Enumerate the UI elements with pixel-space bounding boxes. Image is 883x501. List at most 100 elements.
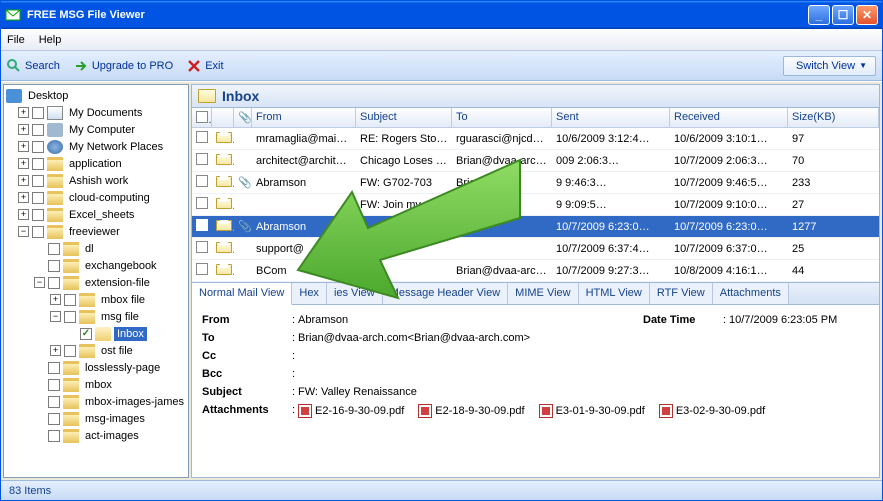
maximize-button[interactable]: ☐ [832, 5, 854, 25]
tree-item[interactable]: dl [4, 240, 188, 257]
pdf-icon [659, 404, 673, 418]
folder-icon [79, 310, 95, 324]
datetime-label: Date Time [643, 314, 723, 326]
col-check[interactable] [192, 108, 212, 127]
tree-mycomp[interactable]: +My Computer [4, 121, 188, 138]
folder-icon [47, 157, 63, 171]
tab-attachments[interactable]: Attachments [713, 283, 789, 304]
mail-row[interactable]: 📎Abramsonrc…10/7/2009 6:23:0…10/7/2009 6… [192, 216, 879, 238]
folder-icon [63, 395, 79, 409]
upgrade-icon [74, 59, 88, 73]
cc-value [298, 350, 869, 362]
exit-button[interactable]: Exit [187, 59, 223, 73]
tab-normal[interactable]: Normal Mail View [192, 283, 292, 305]
mail-row[interactable]: support@10/7/2009 6:37:4…10/7/2009 6:37:… [192, 238, 879, 260]
mail-row[interactable]: architect@archit…Chicago Loses 2…Brian@d… [192, 150, 879, 172]
tree-item[interactable]: +mbox file [4, 291, 188, 308]
tree-inbox[interactable]: Inbox [4, 325, 188, 342]
tree-item[interactable]: +ost file [4, 342, 188, 359]
chevron-down-icon: ▼ [859, 61, 867, 70]
window-title: FREE MSG File Viewer [27, 9, 145, 21]
close-button[interactable]: ✕ [856, 5, 878, 25]
col-icon[interactable] [212, 108, 234, 127]
tree-item[interactable]: +Ashish work [4, 172, 188, 189]
folder-icon [47, 225, 63, 239]
menu-file[interactable]: File [7, 34, 25, 46]
tab-html[interactable]: HTML View [579, 283, 650, 304]
tree-desktop[interactable]: Desktop [4, 87, 188, 104]
tab-rtf[interactable]: RTF View [650, 283, 713, 304]
tree-mynet[interactable]: +My Network Places [4, 138, 188, 155]
menu-help[interactable]: Help [39, 34, 62, 46]
tree-item[interactable]: −msg file [4, 308, 188, 325]
tree-mydocs[interactable]: +My Documents [4, 104, 188, 121]
tab-hex[interactable]: Hex [292, 283, 327, 304]
pdf-icon [418, 404, 432, 418]
tree-item[interactable]: +Excel_sheets [4, 206, 188, 223]
attachment-item[interactable]: E2-16-9-30-09.pdf [298, 404, 404, 418]
tab-header[interactable]: Message Header View [383, 283, 508, 304]
tree-item[interactable]: −extension-file [4, 274, 188, 291]
tab-properties[interactable]: ies View [327, 283, 383, 304]
toolbar: Search Upgrade to PRO Exit Switch View ▼ [1, 51, 882, 81]
tree-item[interactable]: +application [4, 155, 188, 172]
folder-icon [63, 429, 79, 443]
to-value: Brian@dvaa-arch.com<Brian@dvaa-arch.com> [298, 332, 869, 344]
from-value: Abramson [298, 314, 643, 326]
switch-view-button[interactable]: Switch View ▼ [783, 56, 876, 76]
col-sent[interactable]: Sent [552, 108, 670, 127]
attachment-item[interactable]: E3-02-9-30-09.pdf [659, 404, 765, 418]
folder-icon [47, 174, 63, 188]
col-subject[interactable]: Subject [356, 108, 452, 127]
attachment-item[interactable]: E2-18-9-30-09.pdf [418, 404, 524, 418]
folder-icon [47, 106, 63, 120]
folder-icon [79, 344, 95, 358]
mail-row[interactable]: mramaglia@mai…RE: Rogers Stor…rguarasci@… [192, 128, 879, 150]
col-received[interactable]: Received [670, 108, 788, 127]
folder-icon [79, 293, 95, 307]
col-to[interactable]: To [452, 108, 552, 127]
status-text: 83 Items [9, 485, 51, 497]
tree-item[interactable]: −freeviewer [4, 223, 188, 240]
tree-item[interactable]: exchangebook [4, 257, 188, 274]
bcc-value [298, 368, 869, 380]
view-tabs: Normal Mail View Hex ies View Message He… [191, 283, 880, 305]
cc-label: Cc [202, 350, 292, 362]
col-size[interactable]: Size(KB) [788, 108, 879, 127]
folder-icon [63, 378, 79, 392]
mail-row[interactable]: 📎AbramsonFW: G702-703Brian@9 9:46:3…10/7… [192, 172, 879, 194]
folder-icon [63, 412, 79, 426]
mail-row[interactable]: BComBrian@dvaa-arc…10/7/2009 9:27:3…10/8… [192, 260, 879, 282]
search-button[interactable]: Search [7, 59, 60, 73]
tree-item[interactable]: act-images [4, 427, 188, 444]
upgrade-button[interactable]: Upgrade to PRO [74, 59, 173, 73]
inbox-title: Inbox [222, 88, 259, 104]
col-from[interactable]: From [252, 108, 356, 127]
menubar: File Help [1, 29, 882, 51]
tree-item[interactable]: mbox [4, 376, 188, 393]
attachment-item[interactable]: E3-01-9-30-09.pdf [539, 404, 645, 418]
grid-header: 📎 From Subject To Sent Received Size(KB) [192, 108, 879, 128]
folder-icon [63, 259, 79, 273]
desktop-icon [6, 89, 22, 103]
subject-value: FW: Valley Renaissance [298, 386, 869, 398]
attachments-list: E2-16-9-30-09.pdf E2-18-9-30-09.pdf E3-01-… [298, 404, 869, 421]
app-icon [5, 7, 21, 23]
inbox-header: Inbox [191, 84, 880, 108]
tree-item[interactable]: msg-images [4, 410, 188, 427]
minimize-button[interactable]: _ [808, 5, 830, 25]
titlebar[interactable]: FREE MSG File Viewer _ ☐ ✕ [1, 1, 882, 29]
inbox-icon [198, 89, 216, 103]
mail-row[interactable]: FW: Join my n9 9:09:5…10/7/2009 9:10:0…2… [192, 194, 879, 216]
tree-item[interactable]: mbox-images-james [4, 393, 188, 410]
col-attach[interactable]: 📎 [234, 108, 252, 127]
folder-icon [63, 276, 79, 290]
computer-icon [47, 123, 63, 137]
exit-icon [187, 59, 201, 73]
tree-item[interactable]: +cloud-computing [4, 189, 188, 206]
from-label: From [202, 314, 292, 326]
pdf-icon [539, 404, 553, 418]
tree-item[interactable]: losslessly-page [4, 359, 188, 376]
tab-mime[interactable]: MIME View [508, 283, 578, 304]
folder-tree[interactable]: Desktop +My Documents +My Computer +My N… [3, 84, 189, 478]
